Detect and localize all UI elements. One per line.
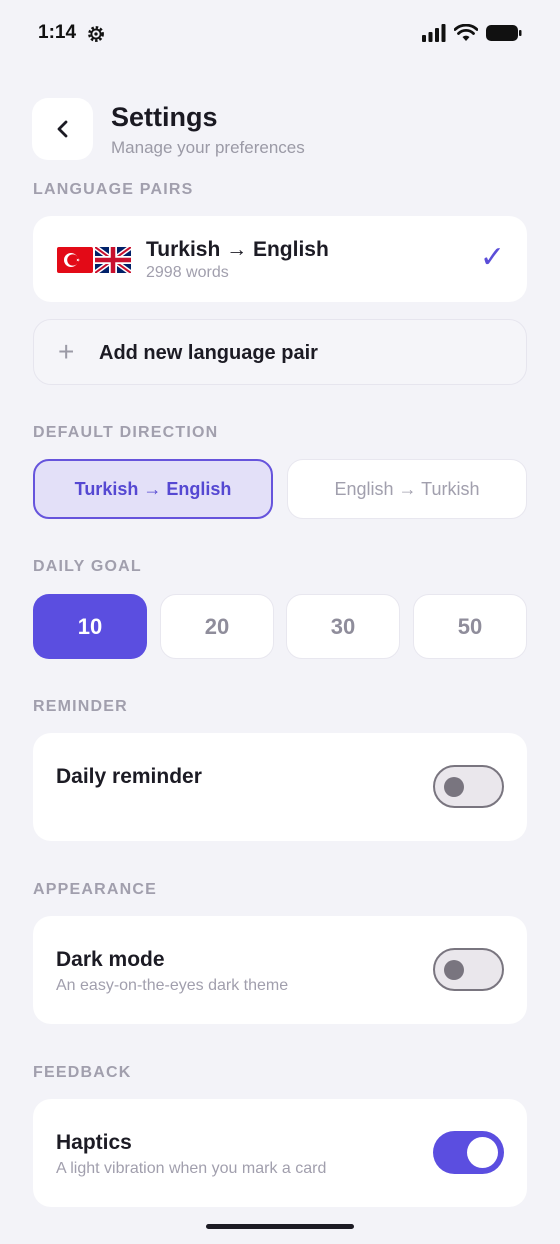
- section-label-default-direction: DEFAULT DIRECTION: [33, 424, 219, 441]
- plus-icon: +: [58, 336, 75, 367]
- checkmark-icon: ✓: [479, 241, 505, 274]
- daily-reminder-toggle[interactable]: [433, 765, 504, 808]
- turkey-flag-icon: [57, 247, 93, 273]
- page-header: Settings Manage your preferences: [32, 98, 528, 162]
- goal-option-50[interactable]: 50: [413, 594, 527, 659]
- language-pair-word-count: 2998 words: [146, 264, 229, 281]
- battery-icon: [486, 25, 522, 41]
- toggle-knob: [444, 777, 464, 797]
- chevron-left-icon: [57, 120, 67, 138]
- appearance-card: Dark mode An easy-on-the-eyes dark theme: [33, 916, 527, 1024]
- goal-option-10[interactable]: 10: [33, 594, 147, 659]
- add-language-pair-button[interactable]: + Add new language pair: [33, 319, 527, 385]
- toggle-knob: [444, 960, 464, 980]
- back-button[interactable]: [32, 98, 93, 160]
- gear-icon: [88, 26, 104, 42]
- section-label-daily-goal: DAILY GOAL: [33, 558, 142, 575]
- home-indicator[interactable]: [206, 1224, 354, 1229]
- uk-flag-icon: [95, 247, 131, 273]
- haptics-toggle[interactable]: [433, 1131, 504, 1174]
- toggle-knob: [467, 1137, 498, 1168]
- status-bar: 1:14: [0, 0, 560, 70]
- direction-option-turkish-english[interactable]: Turkish → English: [33, 459, 273, 519]
- section-label-appearance: APPEARANCE: [33, 881, 158, 898]
- language-pair-card[interactable]: Turkish → English 2998 words ✓: [33, 216, 527, 302]
- goal-option-30[interactable]: 30: [286, 594, 400, 659]
- haptics-subtitle: A light vibration when you mark a card: [56, 1160, 327, 1177]
- daily-reminder-title: Daily reminder: [56, 765, 202, 788]
- flags: [57, 247, 131, 273]
- feedback-card: Haptics A light vibration when you mark …: [33, 1099, 527, 1207]
- dark-mode-title: Dark mode: [56, 948, 165, 971]
- goal-option-20[interactable]: 20: [160, 594, 274, 659]
- add-language-pair-label: Add new language pair: [99, 342, 318, 364]
- haptics-title: Haptics: [56, 1131, 132, 1154]
- section-label-language-pairs: LANGUAGE PAIRS: [33, 181, 194, 198]
- direction-option-english-turkish[interactable]: English → Turkish: [287, 459, 527, 519]
- wifi-icon: [454, 24, 478, 41]
- cellular-signal-icon: [422, 24, 446, 42]
- section-label-reminder: REMINDER: [33, 698, 128, 715]
- status-time: 1:14: [38, 22, 77, 43]
- reminder-card: Daily reminder: [33, 733, 527, 841]
- dark-mode-toggle[interactable]: [433, 948, 504, 991]
- section-label-feedback: FEEDBACK: [33, 1064, 132, 1081]
- language-pair-name: Turkish → English: [146, 238, 329, 261]
- page-title: Settings: [111, 102, 218, 132]
- dark-mode-subtitle: An easy-on-the-eyes dark theme: [56, 977, 289, 994]
- page-subtitle: Manage your preferences: [111, 138, 305, 157]
